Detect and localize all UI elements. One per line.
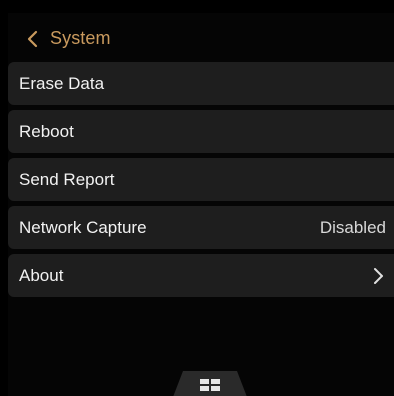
- settings-list: Erase Data Reboot Send Report Network Ca…: [8, 62, 394, 302]
- page-title: System: [50, 28, 111, 48]
- send-report-item[interactable]: Send Report: [8, 158, 394, 201]
- chevron-right-icon: [372, 266, 384, 286]
- network-capture-item[interactable]: Network Capture Disabled: [8, 206, 394, 249]
- reboot-label: Reboot: [19, 122, 74, 141]
- network-capture-label: Network Capture: [19, 218, 147, 237]
- about-label: About: [19, 266, 64, 285]
- chevron-left-icon: [26, 29, 40, 49]
- back-button[interactable]: System: [8, 13, 394, 59]
- system-screen: System Erase Data Reboot Send Report Net…: [8, 13, 394, 396]
- erase-data-item[interactable]: Erase Data: [8, 62, 394, 105]
- send-report-label: Send Report: [19, 170, 115, 189]
- reboot-item[interactable]: Reboot: [8, 110, 394, 153]
- erase-data-label: Erase Data: [19, 74, 105, 93]
- about-item[interactable]: About: [8, 254, 394, 297]
- network-capture-status: Disabled: [319, 218, 386, 237]
- menu-tab-button[interactable]: [173, 371, 247, 396]
